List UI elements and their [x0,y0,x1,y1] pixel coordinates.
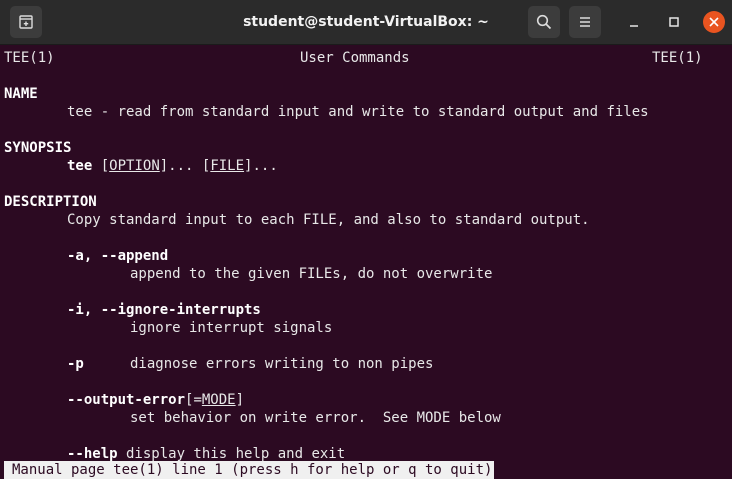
section-heading-synopsis: SYNOPSIS [4,140,72,156]
menu-button[interactable] [569,6,601,38]
option-output-error-close: ] [235,392,245,408]
option-ignore-description: ignore interrupt signals [130,320,333,336]
option-output-error-line: --output-error[=MODE] [67,391,244,409]
section-heading-name: NAME [4,86,38,102]
man-header-right: TEE(1) [652,50,703,66]
close-button[interactable] [703,11,725,33]
pager-status-bar: Manual page tee(1) line 1 (press h for h… [4,461,495,479]
maximize-button[interactable] [664,12,684,32]
terminal-output[interactable]: TEE(1) User Commands TEE(1) NAME tee - r… [4,47,732,479]
synopsis-middle: ]... [ [159,158,211,174]
synopsis-bracket-open: [ [100,158,110,174]
description-text: Copy standard input to each FILE, and al… [67,212,590,228]
option-output-error-mode: MODE [201,392,236,408]
option-output-error-bracket: [= [185,392,202,408]
option-help-description: display this help and exit [117,446,346,462]
search-icon [536,14,552,30]
window-title: student@student-VirtualBox: ~ [243,14,489,30]
synopsis-option: OPTION [109,158,160,174]
minimize-button[interactable] [624,12,644,32]
synopsis-file: FILE [210,158,245,174]
maximize-icon [669,17,679,27]
option-p: -p [67,356,84,372]
new-tab-icon [19,15,33,29]
search-button[interactable] [528,6,560,38]
man-header-left: TEE(1) [4,50,55,66]
synopsis-tail: ]... [244,158,278,174]
option-append-description: append to the given FILEs, do not overwr… [130,266,493,282]
title-bar: student@student-VirtualBox: ~ [0,0,732,45]
man-header-center: User Commands [300,50,410,66]
option-help: --help [67,446,118,462]
new-tab-button[interactable] [10,6,42,38]
option-output-error: --output-error [67,392,186,408]
synopsis-command: tee [67,158,93,174]
section-heading-description: DESCRIPTION [4,194,97,210]
option-ignore-interrupts: -i, --ignore-interrupts [67,302,261,318]
option-p-description: diagnose errors writing to non pipes [130,356,434,372]
option-output-error-description: set behavior on write error. See MODE be… [130,410,501,426]
name-description: tee - read from standard input and write… [67,104,649,120]
terminal-window: student@student-VirtualBox: ~ TEE(1) Use… [0,0,732,479]
minimize-icon [630,25,638,27]
option-append: -a, --append [67,248,169,264]
hamburger-menu-icon [580,17,590,27]
synopsis-line: tee [OPTION]... [FILE]... [67,157,278,175]
close-icon [709,17,719,27]
